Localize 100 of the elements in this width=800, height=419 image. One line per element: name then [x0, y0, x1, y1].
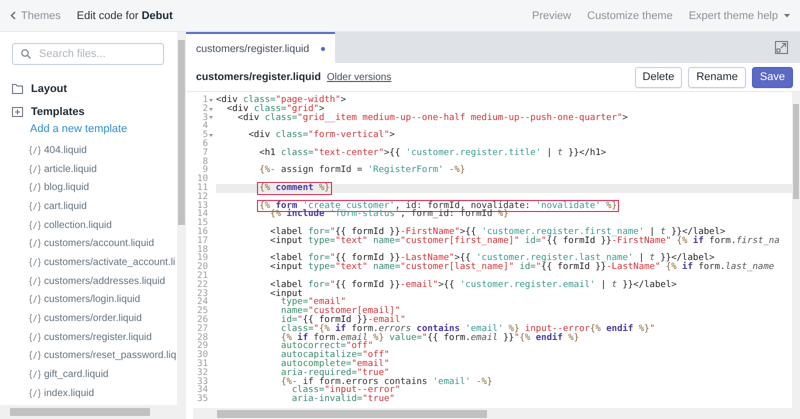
older-versions-link[interactable]: Older versions	[326, 72, 392, 82]
line-number: 22	[197, 280, 208, 290]
vertical-scrollbar[interactable]	[177, 32, 186, 405]
horizontal-scrollbar[interactable]	[0, 405, 186, 419]
line-number: 6	[202, 140, 208, 149]
file-item[interactable]: customers/login.liquid	[29, 290, 177, 310]
code-file-icon	[29, 258, 41, 267]
file-item[interactable]: article.liquid	[29, 160, 177, 178]
code-file-icon	[29, 220, 41, 230]
line-number: 5	[202, 131, 208, 140]
folder-plus-icon	[12, 107, 23, 117]
line-number: 20	[197, 263, 208, 272]
code-text: <div class="page-width">	[216, 96, 348, 105]
line-number: 29	[197, 342, 208, 352]
code-text: {%- assign formId = 'RegisterForm' -%}	[258, 166, 466, 176]
file-item[interactable]: cart.liquid	[29, 197, 177, 216]
back-link[interactable]: Themes	[10, 10, 61, 22]
code-text: <label for="{{ formId }}-FirstName">{{ 'customer.register.first_name' | t }}</label>	[269, 228, 726, 237]
action-button[interactable]: Delete	[634, 66, 682, 88]
header-link[interactable]: Preview	[532, 10, 572, 22]
line-number: 28	[197, 334, 208, 342]
code-file-icon	[29, 239, 41, 248]
code-text: autocapitalize="off"	[280, 351, 390, 360]
file-item[interactable]: index.liquid	[29, 384, 177, 403]
line-number: 8	[202, 158, 208, 166]
page-title: Edit code for Debut	[76, 10, 173, 22]
code-file-icon	[29, 276, 41, 286]
file-item[interactable]: customers/reset_password.liq	[29, 346, 177, 366]
code-file-icon	[29, 370, 41, 380]
line-number: 4	[202, 122, 208, 132]
line-number: 26	[197, 316, 208, 325]
line-number: 33	[197, 378, 208, 386]
code-text: {% if form.email %} value="{{ form.email }}"{% endif %}	[280, 334, 580, 342]
code-text: <input type="text" name="customer[first_name]" id="{{ formId }}-FirstName" {% if form.first_na	[269, 236, 781, 246]
file-item[interactable]: customers/addresses.liquid	[29, 272, 177, 290]
fold-arrow-icon[interactable]	[209, 108, 213, 111]
code-text: <div class="grid__item medium-up--one-half medium-up--push-one-quarter">	[236, 114, 629, 122]
line-number: 34	[197, 386, 208, 396]
folder-item[interactable]: Templates	[12, 104, 177, 120]
folder-icon	[12, 84, 23, 94]
code-text: <h1 class="text-center">{{ 'customer.register.title' | t }}</h1>	[258, 148, 608, 158]
code-text: aria-required="true"	[280, 368, 390, 378]
code-text: <div class="grid">	[226, 104, 324, 114]
action-button[interactable]: Rename	[688, 66, 746, 88]
code-text: type="email"	[281, 298, 346, 308]
vertical-scrollbar[interactable]	[792, 92, 800, 419]
file-item[interactable]: customers/account.liquid	[29, 234, 177, 254]
code-text: id="{{ formId }}-email"	[280, 316, 407, 325]
code-file-icon	[29, 388, 41, 398]
code-file-icon	[29, 351, 41, 360]
code-text: <div class="form-vertical">	[248, 131, 396, 140]
line-number: 35	[197, 395, 208, 404]
line-number: 2	[202, 104, 208, 114]
fold-arrow-icon[interactable]	[209, 98, 213, 102]
fold-arrow-icon[interactable]	[209, 116, 213, 120]
chevron-left-icon	[10, 11, 16, 20]
code-text: {%- if form.errors contains 'email' -%}	[280, 378, 494, 386]
line-number: 15	[197, 219, 208, 228]
file-item[interactable]: gift_card.liquid	[29, 365, 177, 384]
line-number: 27	[197, 324, 208, 334]
code-file-icon	[29, 314, 41, 324]
help-menu[interactable]: Expert theme help	[688, 10, 790, 22]
horizontal-scrollbar[interactable]	[193, 408, 792, 419]
code-file-icon	[29, 202, 41, 211]
expand-icon[interactable]	[775, 41, 788, 54]
line-number: 21	[197, 272, 208, 281]
line-number: 16	[197, 228, 208, 237]
file-item[interactable]: collection.liquid	[29, 216, 177, 234]
file-item[interactable]: customers/activate_account.li	[29, 253, 177, 272]
file-tab[interactable]: customers/register.liquid	[186, 32, 336, 63]
line-number: 1	[202, 96, 208, 105]
code-file-icon	[29, 183, 41, 192]
line-number: 31	[197, 360, 208, 369]
line-number: 17	[197, 236, 208, 246]
line-number: 13	[197, 202, 208, 210]
header-link[interactable]: Customize theme	[587, 10, 673, 22]
line-number: 19	[197, 254, 208, 264]
code-text: <input	[269, 290, 303, 298]
add-template-link[interactable]: Add a new template	[30, 123, 177, 135]
fold-arrow-icon[interactable]	[209, 134, 213, 138]
code-text: <label for="{{ formId }}-email">{{ 'customer.register.email' | t }}</label>	[269, 280, 678, 290]
file-item[interactable]: customers/register.liquid	[29, 328, 177, 347]
line-number: 10	[197, 175, 208, 184]
code-text: class="{% if form.errors contains 'email' %} input--error{% endif %}"	[280, 324, 656, 334]
line-number: 3	[202, 114, 208, 122]
line-number: 32	[197, 368, 208, 378]
code-text: autocomplete="email"	[280, 360, 390, 369]
action-button[interactable]: Save	[752, 66, 793, 88]
file-item[interactable]: 404.liquid	[29, 141, 177, 160]
folder-item[interactable]: Layout	[12, 81, 177, 97]
line-number: 14	[197, 210, 208, 220]
file-item[interactable]: customers/order.liquid	[29, 309, 177, 328]
line-number: 25	[197, 307, 208, 316]
search-field[interactable]: Search files...	[12, 43, 164, 65]
code-file-icon	[29, 164, 41, 174]
caret-icon	[784, 14, 790, 18]
line-number: 7	[202, 148, 208, 158]
code-file-icon	[29, 295, 41, 304]
file-item[interactable]: blog.liquid	[29, 178, 177, 198]
line-number: 11	[197, 184, 208, 193]
